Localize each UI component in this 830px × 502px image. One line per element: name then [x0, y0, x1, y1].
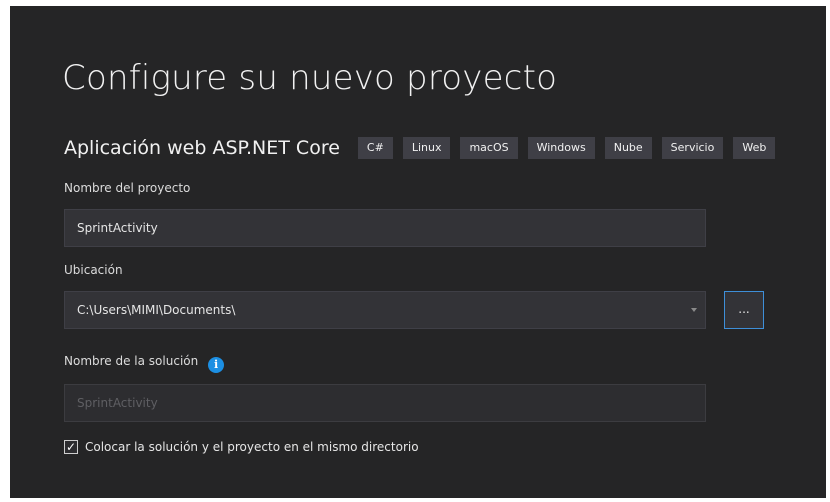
tag-macos: macOS	[460, 137, 518, 159]
tag-servicio: Servicio	[661, 137, 724, 159]
same-directory-option[interactable]: ✓ Colocar la solución y el proyecto en e…	[64, 440, 419, 454]
chevron-down-icon[interactable]	[691, 308, 697, 312]
tag-windows: Windows	[527, 137, 595, 159]
configure-project-dialog: Configure su nuevo proyecto Aplicación w…	[10, 6, 826, 498]
project-name-label: Nombre del proyecto	[64, 181, 191, 195]
solution-name-input: SprintActivity	[64, 384, 706, 422]
location-combobox[interactable]: C:\Users\MIMI\Documents\	[64, 291, 706, 329]
tag-web: Web	[733, 137, 776, 159]
same-directory-checkbox[interactable]: ✓	[64, 440, 78, 454]
page-title: Configure su nuevo proyecto	[62, 58, 558, 98]
tag-nube: Nube	[604, 137, 652, 159]
location-label: Ubicación	[64, 263, 123, 277]
window-frame: Configure su nuevo proyecto Aplicación w…	[0, 0, 830, 502]
solution-name-label-row: Nombre de la solución i	[64, 354, 225, 373]
same-directory-label[interactable]: Colocar la solución y el proyecto en el …	[85, 440, 419, 454]
location-value: C:\Users\MIMI\Documents\	[77, 303, 236, 317]
browse-button[interactable]: ...	[724, 291, 764, 329]
solution-name-label: Nombre de la solución	[64, 354, 199, 368]
template-info-row: Aplicación web ASP.NET Core C# Linux mac…	[64, 137, 785, 159]
info-icon[interactable]: i	[208, 357, 225, 373]
project-name-input[interactable]: SprintActivity	[64, 209, 706, 247]
tag-csharp: C#	[357, 137, 393, 159]
tag-linux: Linux	[402, 137, 451, 159]
template-name: Aplicación web ASP.NET Core	[64, 137, 340, 159]
